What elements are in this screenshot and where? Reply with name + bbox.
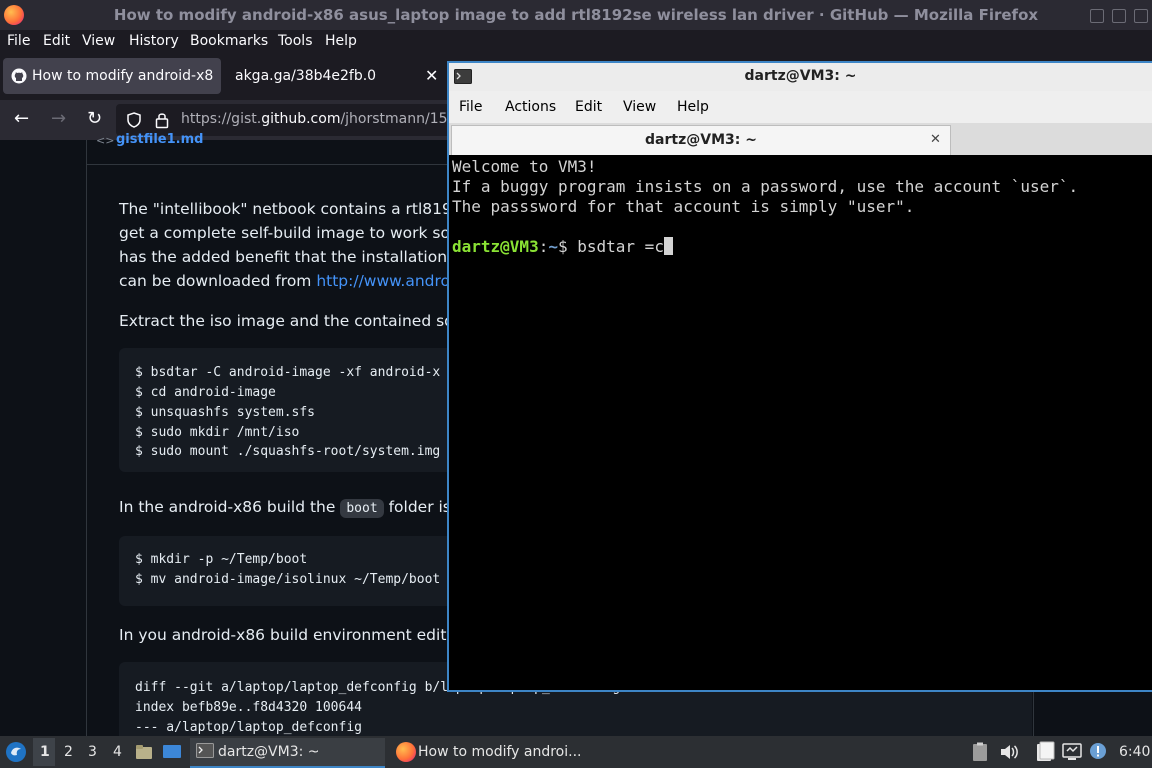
url-path: /jhorstmann/15 — [340, 111, 448, 127]
menu-view[interactable]: View — [82, 33, 115, 49]
paragraph-extract: Extract the iso image and the contained … — [119, 312, 482, 330]
url-domain: github.com — [261, 111, 341, 127]
github-icon — [11, 68, 27, 84]
firefox-icon — [396, 742, 416, 762]
paragraph-text: can be downloaded from — [119, 272, 317, 290]
start-menu-icon[interactable] — [5, 741, 27, 763]
shield-icon[interactable] — [126, 112, 142, 128]
command-input[interactable]: bsdtar =c — [577, 237, 664, 256]
clock[interactable]: 6:40 — [1119, 744, 1150, 760]
terminal-line: If a buggy program insists on a password… — [452, 177, 1079, 196]
terminal-tabstrip: dartz@VM3: ~ ✕ — [449, 123, 1152, 156]
firefox-menubar: File Edit View History Bookmarks Tools H… — [0, 30, 1152, 54]
terminal-menu-edit[interactable]: Edit — [575, 99, 602, 115]
terminal-window-title: dartz@VM3: ~ — [744, 68, 857, 84]
inline-code: boot — [340, 499, 384, 518]
paragraph-line: has the added benefit that the installat… — [119, 248, 496, 266]
code-line: $ bsdtar -C android-image -xf android-x — [135, 365, 441, 380]
workspace-4[interactable]: 4 — [113, 744, 122, 760]
code-file-icon: <> — [96, 134, 115, 147]
show-desktop-icon[interactable] — [162, 743, 182, 761]
close-button[interactable] — [1134, 9, 1148, 23]
firefox-titlebar: How to modify android-x86 asus_laptop im… — [0, 0, 1152, 30]
terminal-line: Welcome to VM3! — [452, 157, 597, 176]
network-icon[interactable] — [1062, 742, 1082, 762]
file-manager-icon[interactable] — [135, 743, 153, 761]
code-line: $ sudo mount ./squashfs-root/system.img — [135, 444, 441, 459]
terminal-tab-label: dartz@VM3: ~ — [645, 132, 757, 148]
close-tab-icon[interactable]: ✕ — [930, 132, 941, 147]
task-label: dartz@VM3: ~ — [218, 744, 320, 760]
menu-file[interactable]: File — [7, 33, 30, 49]
workspace-3[interactable]: 3 — [88, 744, 97, 760]
terminal-menu-view[interactable]: View — [623, 99, 656, 115]
task-label: How to modify androi... — [418, 744, 582, 760]
workspace-1[interactable]: 1 — [40, 744, 50, 760]
maximize-button[interactable] — [1112, 9, 1126, 23]
clipboard-icon[interactable] — [972, 742, 988, 762]
prompt-separator: : — [538, 237, 549, 256]
url-text: https://gist.github.com/jhorstmann/15 — [181, 111, 448, 127]
taskbar-task-firefox[interactable]: How to modify androi... — [392, 738, 612, 766]
notes-icon[interactable] — [1034, 741, 1056, 763]
code-line: $ mkdir -p ~/Temp/boot — [135, 552, 308, 567]
terminal-menu-help[interactable]: Help — [677, 99, 709, 115]
notification-icon[interactable] — [1089, 742, 1107, 760]
menu-history[interactable]: History — [129, 33, 179, 49]
paragraph-boot: In the android-x86 build the boot folder… — [119, 498, 484, 518]
code-line: $ mv android-image/isolinux ~/Temp/boot — [135, 572, 441, 587]
lock-icon[interactable] — [155, 111, 169, 129]
terminal-app-icon — [196, 743, 214, 758]
file-name-link[interactable]: gistfile1.md — [116, 132, 203, 147]
paragraph-text: In you android-x86 build environment edi… — [119, 626, 452, 644]
terminal-titlebar[interactable]: dartz@VM3: ~ — [449, 63, 1152, 92]
terminal-line: The passsword for that account is simply… — [452, 197, 915, 216]
code-line: --- a/laptop/laptop_defconfig — [135, 720, 362, 735]
code-line: index befb89e..f8d4320 100644 — [135, 700, 362, 715]
menu-help[interactable]: Help — [325, 33, 357, 49]
tab-akga[interactable]: akga.ga/38b4e2fb.0 ✕ — [225, 58, 447, 94]
paragraph-line: The "intellibook" netbook contains a rtl… — [119, 200, 480, 218]
terminal-menu-file[interactable]: File — [459, 99, 482, 115]
terminal-output[interactable]: Welcome to VM3! If a buggy program insis… — [449, 155, 1152, 690]
reload-icon[interactable]: ↻ — [87, 108, 102, 129]
tab-label: How to modify android-x8 — [32, 68, 214, 84]
paragraph-edit: In you android-x86 build environment edi… — [119, 626, 487, 646]
paragraph-line: get a complete self-build image to work … — [119, 224, 484, 242]
window-title: How to modify android-x86 asus_laptop im… — [113, 6, 1039, 24]
volume-icon[interactable] — [999, 743, 1019, 761]
prompt-user: dartz@VM3 — [452, 237, 539, 256]
back-icon[interactable]: ← — [14, 108, 29, 129]
terminal-tab[interactable]: dartz@VM3: ~ ✕ — [451, 125, 951, 156]
menu-tools[interactable]: Tools — [278, 33, 313, 49]
url-prefix: https://gist. — [181, 111, 262, 127]
terminal-menu-actions[interactable]: Actions — [505, 99, 556, 115]
prompt-path: ~ — [548, 237, 558, 256]
terminal-menubar: File Actions Edit View Help — [449, 91, 1152, 123]
text-cursor — [663, 237, 673, 255]
code-line: $ sudo mkdir /mnt/iso — [135, 425, 300, 440]
tab-github-gist[interactable]: How to modify android-x8 — [3, 58, 221, 94]
taskbar-task-terminal[interactable]: dartz@VM3: ~ — [190, 738, 385, 768]
menu-edit[interactable]: Edit — [43, 33, 70, 49]
prompt-symbol: $ — [557, 237, 578, 256]
forward-icon[interactable]: → — [51, 108, 66, 129]
paragraph-text: In the android-x86 build the — [119, 498, 341, 516]
workspace-2[interactable]: 2 — [64, 744, 73, 760]
taskbar: 1 2 3 4 dartz@VM3: ~ How to modify andro… — [0, 736, 1152, 768]
terminal-window[interactable]: dartz@VM3: ~ File Actions Edit View Help… — [447, 61, 1152, 692]
paragraph-line: can be downloaded from http://www.androi… — [119, 272, 489, 290]
terminal-prompt-line: dartz@VM3:~$ bsdtar =c — [452, 237, 673, 256]
minimize-button[interactable] — [1090, 9, 1104, 23]
close-tab-icon[interactable]: ✕ — [425, 66, 438, 85]
menu-bookmarks[interactable]: Bookmarks — [190, 33, 268, 49]
tab-label: akga.ga/38b4e2fb.0 — [235, 68, 377, 84]
code-line: $ cd android-image — [135, 385, 276, 400]
code-line: $ unsquashfs system.sfs — [135, 405, 316, 420]
